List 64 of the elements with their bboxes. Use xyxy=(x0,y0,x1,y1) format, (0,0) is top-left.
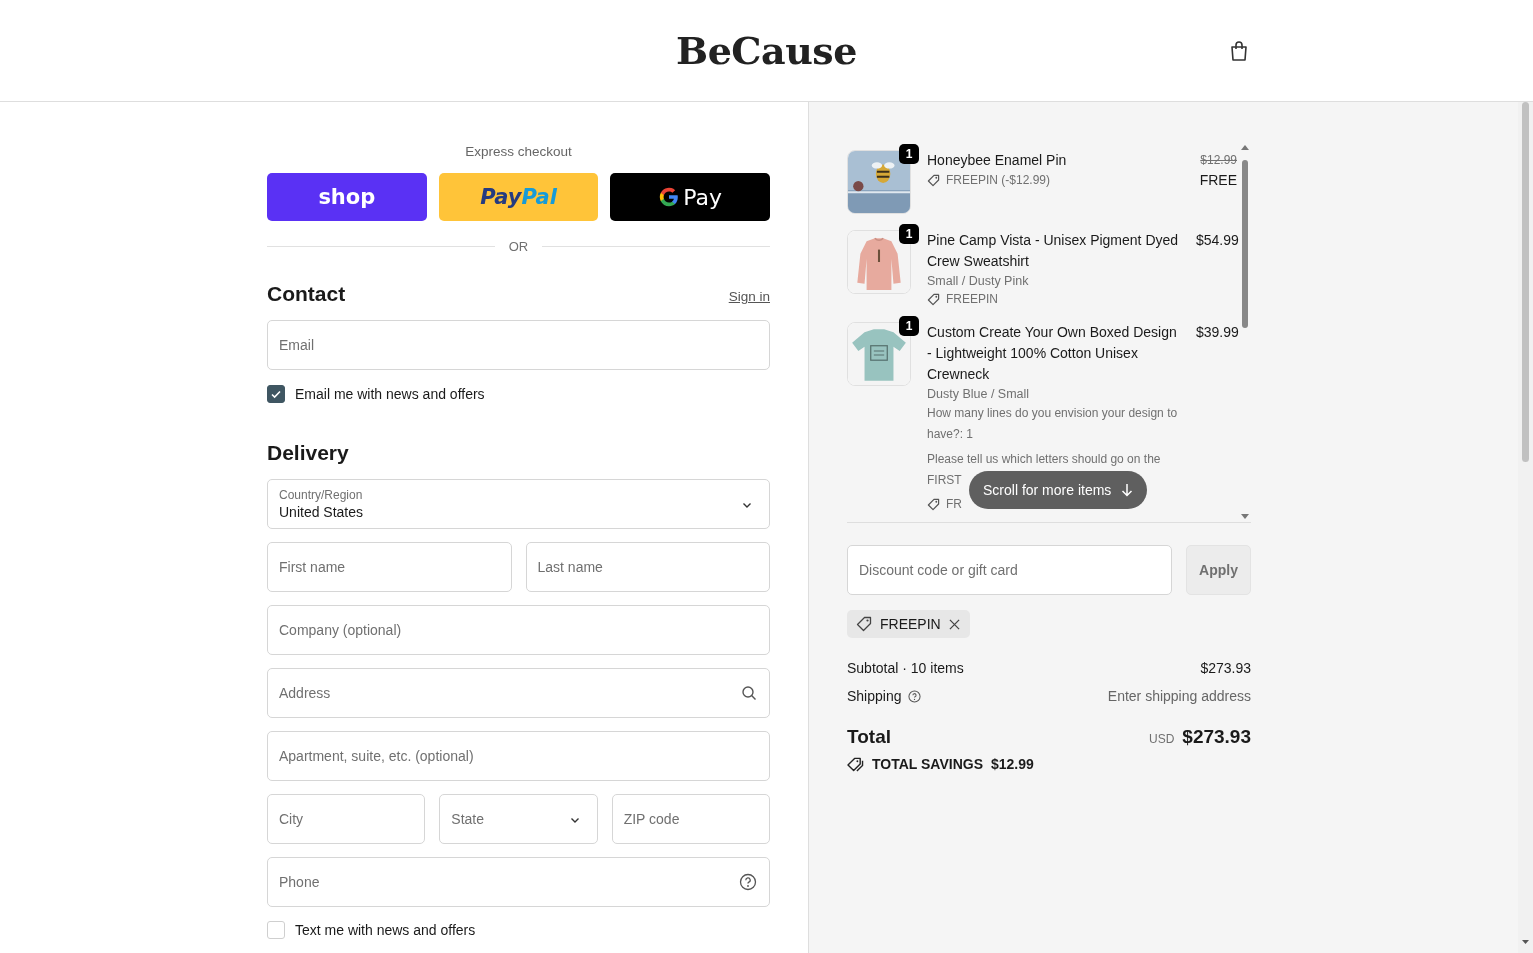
shipping-label: Shipping xyxy=(847,688,902,704)
tag-icon xyxy=(927,497,940,511)
input-field[interactable]: Address xyxy=(267,668,770,718)
paypal-button[interactable]: PayPal xyxy=(438,173,599,221)
input-field[interactable]: Phone xyxy=(267,857,770,907)
checkbox-label: Text me with news and offers xyxy=(295,922,476,938)
item-price: FREE xyxy=(1198,171,1237,190)
shopping-bag-icon[interactable] xyxy=(1229,40,1249,62)
total-amount: $273.93 xyxy=(1182,726,1251,748)
currency-code: USD xyxy=(1148,732,1175,746)
total-savings-value: $12.99 xyxy=(991,756,1034,772)
tags-icon xyxy=(847,756,864,772)
item-price: $54.99 xyxy=(1196,231,1239,250)
product-name: Custom Create Your Own Boxed Design - Lightweight 100% Cotton Unisex Crewneck xyxy=(927,323,1178,384)
subtotal-value: $273.93 xyxy=(1200,660,1251,676)
or-divider-label: OR xyxy=(508,239,529,254)
original-price: $12.99 xyxy=(1199,152,1237,169)
store-logo[interactable]: BeCause xyxy=(676,28,857,73)
input-field[interactable]: Company (optional) xyxy=(267,605,770,655)
search-icon xyxy=(741,685,757,701)
shop-pay-button[interactable]: shop xyxy=(267,173,427,221)
input-field[interactable]: City xyxy=(267,794,426,844)
help-icon[interactable] xyxy=(907,689,921,703)
quantity-badge: 1 xyxy=(899,144,919,164)
sign-in-link[interactable]: Sign in xyxy=(728,289,770,304)
discount-label: FREEPIN xyxy=(946,291,998,308)
country-select[interactable]: Country/Region United States xyxy=(267,479,770,529)
apply-button[interactable]: Apply xyxy=(1186,545,1251,595)
product-note: How many lines do you envision your design to have?: 1 xyxy=(927,405,1179,443)
total-savings-label: TOTAL SAVINGS xyxy=(872,756,983,772)
checkmark-icon xyxy=(270,388,282,400)
item-price: $39.99 xyxy=(1196,323,1239,342)
tag-icon xyxy=(927,292,940,306)
product-variant: Dusty Blue / Small xyxy=(927,386,1031,403)
input-field[interactable]: First name xyxy=(267,542,512,592)
remove-icon[interactable] xyxy=(948,618,960,630)
tag-icon xyxy=(927,173,940,187)
down-arrow-icon xyxy=(1121,483,1134,497)
express-checkout-label: Express checkout xyxy=(464,144,573,159)
checkbox-label: Email me with news and offers xyxy=(295,386,485,402)
shipping-value: Enter shipping address xyxy=(1107,688,1251,704)
total-label: Total xyxy=(847,726,891,748)
g-logo xyxy=(658,186,681,208)
input-field[interactable]: ZIP code xyxy=(611,794,770,844)
tag-icon xyxy=(856,616,872,632)
product-name: Pine Camp Vista - Unisex Pigment Dyed Crew Sweatshirt xyxy=(927,231,1180,271)
checkbox[interactable] xyxy=(267,385,285,403)
help-icon[interactable] xyxy=(739,873,757,891)
subtotal-label: Subtotal · 10 items xyxy=(847,660,964,676)
delivery-heading: Delivery xyxy=(267,441,350,465)
quantity-badge: 1 xyxy=(899,316,919,336)
state-select[interactable]: State xyxy=(439,794,598,844)
google-pay-button[interactable]: Pay xyxy=(610,173,770,221)
input-field[interactable]: Apartment, suite, etc. (optional) xyxy=(267,731,770,781)
product-name: Honeybee Enamel Pin xyxy=(927,151,1068,170)
discount-label: FREEPIN (-$12.99) xyxy=(946,172,1051,189)
quantity-badge: 1 xyxy=(899,224,919,244)
input-field[interactable]: Last name xyxy=(525,542,770,592)
email-field[interactable]: Email xyxy=(267,320,770,370)
contact-heading: Contact xyxy=(267,282,346,306)
product-variant: Small / Dusty Pink xyxy=(927,273,1030,290)
discount-code: FREEPIN xyxy=(880,616,941,632)
discount-label: FR xyxy=(946,496,962,513)
discount-code-field[interactable]: Discount code or gift card xyxy=(847,545,1172,595)
